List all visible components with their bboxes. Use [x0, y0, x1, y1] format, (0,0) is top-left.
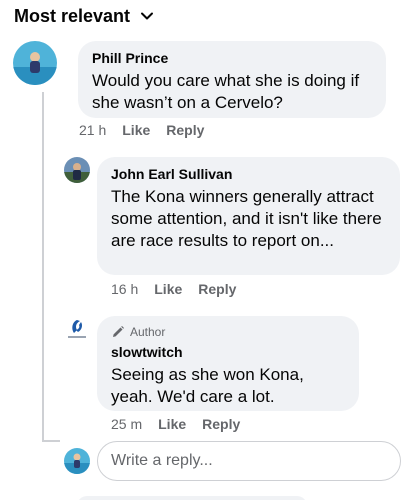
comment-bubble: Author slowtwitch Seeing as she won Kona…: [97, 316, 359, 411]
chevron-down-icon: [141, 12, 154, 20]
comment-time[interactable]: 25 m: [111, 416, 142, 432]
thread-line: [42, 92, 44, 442]
sort-selector[interactable]: Most relevant: [14, 4, 154, 28]
comment-author[interactable]: John Earl Sullivan: [111, 165, 388, 183]
author-badge-label: Author: [130, 325, 166, 339]
reply-button[interactable]: Reply: [202, 416, 240, 432]
comment-bubble: Phill Prince Would you care what she is …: [78, 41, 386, 118]
avatar[interactable]: [64, 316, 90, 342]
reply-input[interactable]: [111, 452, 400, 470]
comment-author[interactable]: slowtwitch: [111, 343, 347, 361]
comment-actions: 25 m Like Reply: [111, 416, 240, 432]
comment-john-earl-sullivan: John Earl Sullivan The Kona winners gene…: [64, 157, 400, 275]
comment-slowtwitch: Author slowtwitch Seeing as she won Kona…: [64, 316, 359, 411]
reply-button[interactable]: Reply: [198, 281, 236, 297]
comment-time[interactable]: 16 h: [111, 281, 138, 297]
comment-actions: 21 h Like Reply: [79, 122, 204, 138]
comment-actions: 16 h Like Reply: [111, 281, 236, 297]
like-button[interactable]: Like: [154, 281, 182, 297]
comment-text: Would you care what she is doing if she …: [92, 71, 360, 112]
comment-phill-prince: Phill Prince Would you care what she is …: [13, 41, 386, 118]
avatar[interactable]: [13, 41, 57, 85]
comment-text: Seeing as she won Kona, yeah. We'd care …: [111, 365, 304, 406]
comment-bubble: John Earl Sullivan The Kona winners gene…: [97, 157, 400, 275]
like-button[interactable]: Like: [158, 416, 186, 432]
comment-author[interactable]: Phill Prince: [92, 49, 374, 67]
reply-box[interactable]: [97, 441, 401, 481]
sort-label: Most relevant: [14, 5, 131, 26]
comment-time[interactable]: 21 h: [79, 122, 106, 138]
avatar[interactable]: [64, 157, 90, 183]
pencil-icon: [113, 326, 124, 337]
current-user-avatar: [64, 448, 90, 474]
author-badge: Author: [111, 324, 347, 340]
next-comment-preview: [77, 496, 307, 500]
comment-text: The Kona winners generally attract some …: [111, 187, 382, 250]
like-button[interactable]: Like: [122, 122, 150, 138]
thread-connector: [42, 440, 60, 442]
reply-button[interactable]: Reply: [166, 122, 204, 138]
